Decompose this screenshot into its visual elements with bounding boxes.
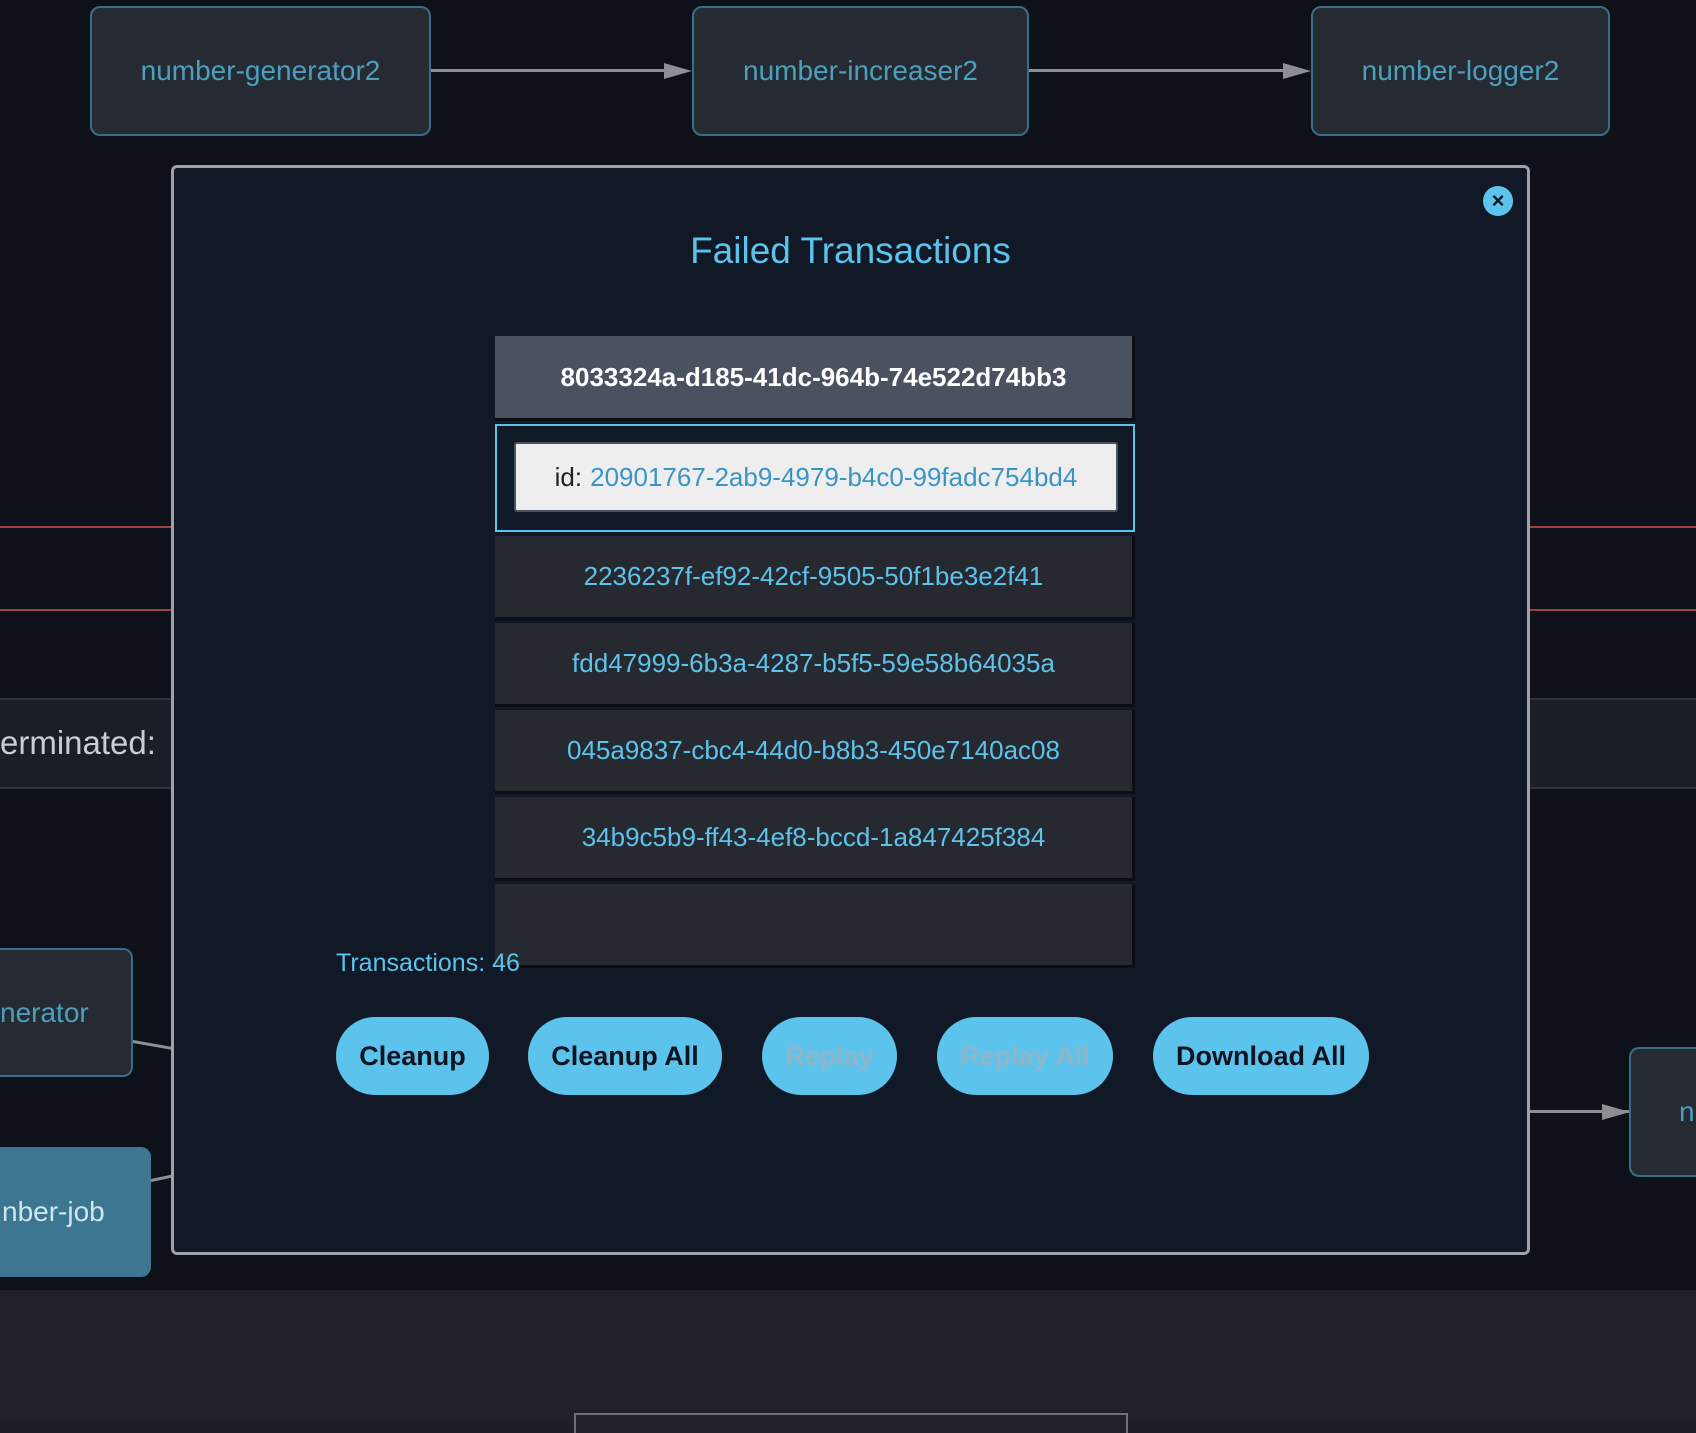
transaction-row[interactable]: 2236237f-ef92-42cf-9505-50f1be3e2f41 [495, 536, 1135, 620]
edge-arrow-icon [664, 63, 692, 79]
graph-node-right[interactable]: n [1629, 1047, 1696, 1177]
cleanup-all-button[interactable]: Cleanup All [528, 1017, 722, 1095]
replay-all-button[interactable]: Replay All [937, 1017, 1113, 1095]
transaction-id: fdd47999-6b3a-4287-b5f5-59e58b64035a [572, 648, 1055, 678]
transaction-detail-box: id: 20901767-2ab9-4979-b4c0-99fadc754bd4 [514, 442, 1118, 512]
transaction-id: 2236237f-ef92-42cf-9505-50f1be3e2f41 [583, 561, 1044, 591]
transaction-row-selected[interactable]: 8033324a-d185-41dc-964b-74e522d74bb3 [495, 336, 1135, 421]
graph-node-number-increaser2[interactable]: number-increaser2 [692, 6, 1029, 136]
detail-id-value[interactable]: 20901767-2ab9-4979-b4c0-99fadc754bd4 [590, 462, 1077, 493]
edge-arrow-icon [1602, 1104, 1630, 1120]
bottom-panel [0, 1290, 1696, 1422]
status-band-label: erminated: [0, 724, 156, 761]
detail-key: id: [554, 461, 583, 492]
graph-edge [431, 69, 667, 72]
transaction-count: Transactions: 46 [336, 949, 520, 977]
graph-node-label: number-logger2 [1361, 55, 1560, 86]
cleanup-button[interactable]: Cleanup [336, 1017, 489, 1095]
graph-node-label: number-generator2 [140, 55, 381, 86]
transaction-id: 34b9c5b9-ff43-4ef8-bccd-1a847425f384 [581, 822, 1046, 852]
edge-arrow-icon [1283, 63, 1311, 79]
modal-title: Failed Transactions [690, 230, 1011, 271]
transaction-row[interactable]: 34b9c5b9-ff43-4ef8-bccd-1a847425f384 [495, 797, 1135, 881]
failed-transactions-modal: × Failed Transactions 8033324a-d185-41dc… [171, 165, 1530, 1255]
close-icon[interactable]: × [1483, 186, 1513, 216]
graph-edge [1029, 69, 1285, 72]
replay-button[interactable]: Replay [762, 1017, 897, 1095]
transaction-row-partial[interactable] [495, 884, 1135, 968]
transaction-list[interactable]: 8033324a-d185-41dc-964b-74e522d74bb3 id:… [495, 336, 1138, 1078]
graph-node-generator[interactable]: nerator [0, 948, 133, 1077]
graph-node-number-generator2[interactable]: number-generator2 [90, 6, 431, 136]
bottom-panel-box [574, 1413, 1128, 1433]
transaction-row[interactable]: fdd47999-6b3a-4287-b5f5-59e58b64035a [495, 623, 1135, 707]
download-all-button[interactable]: Download All [1153, 1017, 1369, 1095]
transaction-id: 8033324a-d185-41dc-964b-74e522d74bb3 [560, 361, 1067, 392]
graph-node-number-job[interactable]: nber-job [0, 1147, 151, 1277]
graph-node-label: nerator [0, 996, 89, 1028]
graph-node-number-logger2[interactable]: number-logger2 [1311, 6, 1610, 136]
transaction-id: 045a9837-cbc4-44d0-b8b3-450e7140ac08 [567, 735, 1060, 765]
graph-node-label: n [1679, 1096, 1695, 1127]
transaction-detail: id: 20901767-2ab9-4979-b4c0-99fadc754bd4 [495, 424, 1135, 532]
graph-node-label: number-increaser2 [743, 55, 978, 86]
transaction-row[interactable]: 045a9837-cbc4-44d0-b8b3-450e7140ac08 [495, 710, 1135, 794]
graph-node-label: nber-job [2, 1196, 105, 1227]
